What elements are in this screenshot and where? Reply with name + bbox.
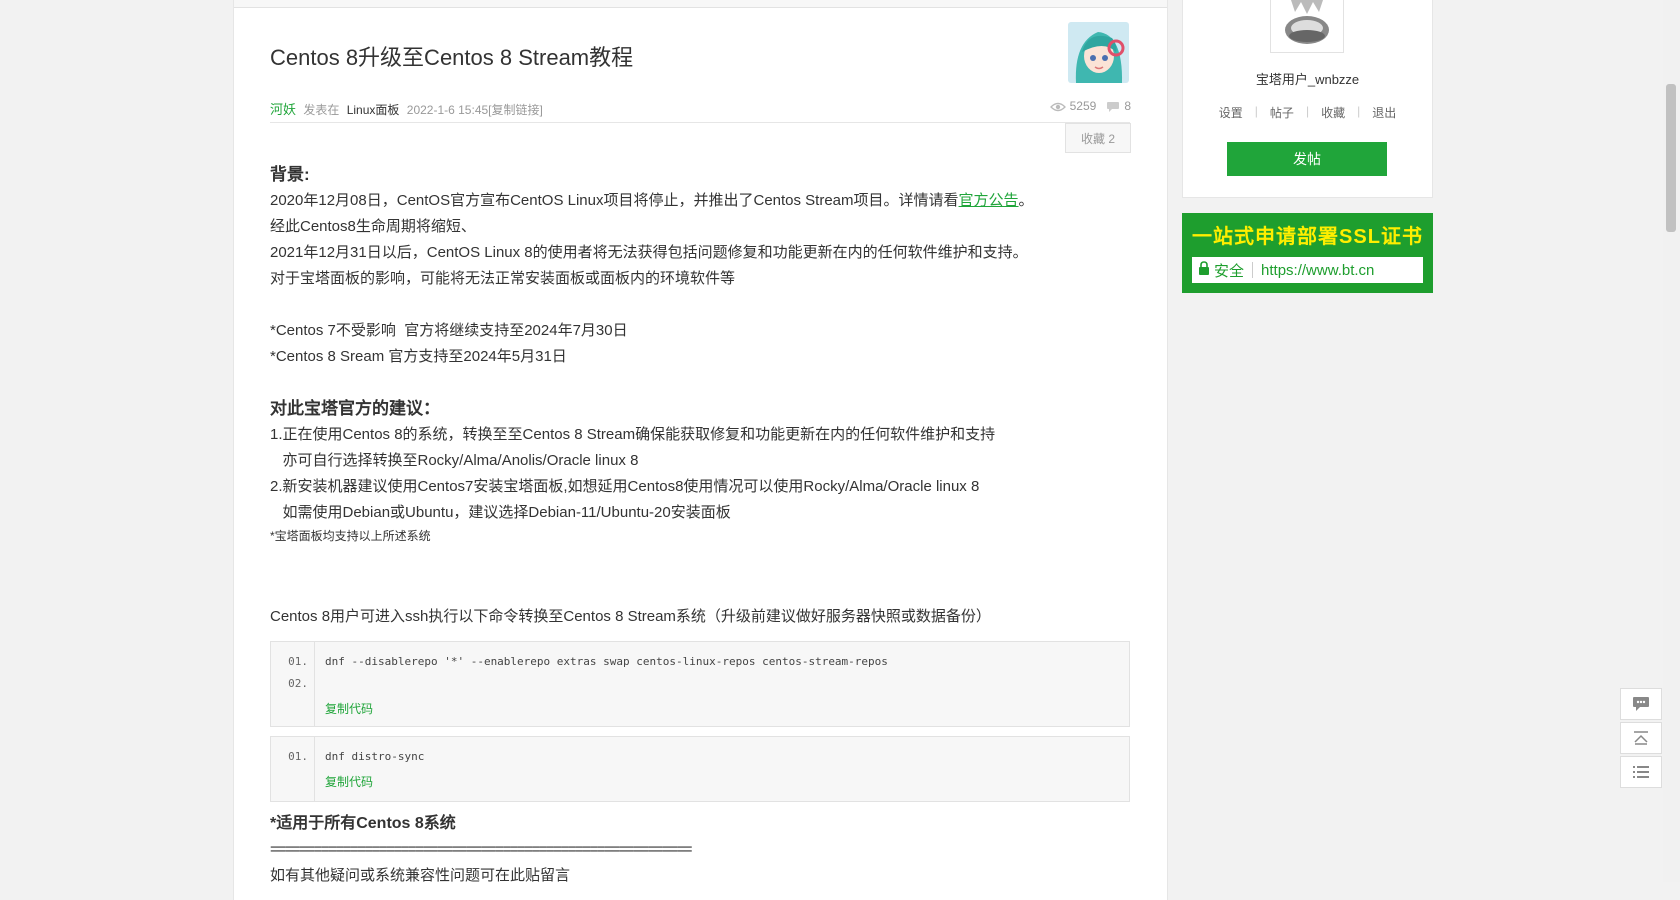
- new-post-button[interactable]: 发帖: [1227, 142, 1387, 176]
- ssl-ad-title: 一站式申请部署SSL证书: [1192, 226, 1423, 248]
- question-line: 如有其他疑问或系统兼容性问题可在此贴留言: [270, 867, 571, 884]
- line-numbers: 01. 02.: [271, 642, 315, 726]
- code-line: dnf distro-sync: [325, 750, 425, 763]
- logout-link[interactable]: 退出: [1360, 104, 1408, 121]
- bg-line-1: 2020年12月08日，CentOS官方宣布CentOS Linux项目将停止，…: [270, 188, 1130, 214]
- top-strip: [234, 0, 1167, 8]
- code-text[interactable]: dnf distro-sync: [325, 737, 424, 768]
- title-divider: [270, 122, 1130, 123]
- line-number: 01.: [288, 655, 308, 668]
- lock-icon: [1198, 260, 1210, 280]
- line-number: 02.: [288, 677, 308, 690]
- user-links: 设置 | 帖子 | 收藏 | 退出: [1183, 104, 1432, 121]
- eye-icon: [1049, 99, 1066, 113]
- code-block-2: 01. dnf distro-sync 复制代码: [270, 736, 1130, 802]
- official-announcement-link[interactable]: 官方公告: [959, 192, 1019, 209]
- advice-heading: 对此宝塔官方的建议：: [270, 399, 440, 418]
- post-content: 背景: 2020年12月08日，CentOS官方宣布CentOS Linux项目…: [270, 162, 1130, 546]
- applies-note: *适用于所有Centos 8系统: [270, 815, 456, 832]
- username[interactable]: 宝塔用户_wnbzze: [1183, 69, 1432, 88]
- floating-toolbar: [1620, 688, 1662, 790]
- code-block-1: 01. 02. dnf --disablerepo '*' --enablere…: [270, 641, 1130, 727]
- my-posts-link[interactable]: 帖子: [1258, 104, 1306, 121]
- ssl-secure-label: 安全: [1214, 262, 1245, 280]
- note-2: *Centos 8 Sream 官方支持至2024年5月31日: [270, 348, 567, 365]
- separator-line: ========================================…: [270, 841, 693, 858]
- ssl-ad-address-bar: 安全 https://www.bt.cn: [1192, 257, 1423, 283]
- posted-in-label: 发表在: [303, 103, 340, 117]
- bg-line-3: 2021年12月31日以后，CentOS Linux 8的使用者将无法获得包括问…: [270, 244, 1028, 261]
- advice-1: 1.正在使用Centos 8的系统，转换至至Centos 8 Stream确保能…: [270, 426, 996, 443]
- user-avatar[interactable]: [1270, 0, 1344, 53]
- post-date: 2022-1-6 15:45: [406, 103, 489, 117]
- post-title: Centos 8升级至Centos 8 Stream教程: [270, 45, 634, 70]
- post-meta: 河妖 发表在 Linux面板 2022-1-6 15:45[复制链接]: [270, 99, 543, 118]
- post-stats: 5259 8: [1049, 99, 1131, 113]
- support-note: *宝塔面板均支持以上所述系统: [270, 529, 431, 543]
- advice-1b: 亦可自行选择转换至Rocky/Alma/Anolis/Oracle linux …: [270, 452, 639, 469]
- scrollbar-thumb[interactable]: [1666, 84, 1676, 232]
- bg-line-1-text: 2020年12月08日，CentOS官方宣布CentOS Linux项目将停止，…: [270, 192, 959, 209]
- settings-link[interactable]: 设置: [1207, 104, 1255, 121]
- convert-intro: Centos 8用户可进入ssh执行以下命令转换至Centos 8 Stream…: [270, 608, 991, 625]
- ssl-ad-url: https://www.bt.cn: [1261, 261, 1375, 279]
- forum-link[interactable]: Linux面板: [347, 103, 400, 117]
- copy-code-button[interactable]: 复制代码: [325, 700, 373, 717]
- favorites-link[interactable]: 收藏: [1309, 104, 1357, 121]
- bg-line-1-end: 。: [1018, 192, 1034, 209]
- advice-2b: 如需使用Debian或Ubuntu，建议选择Debian-11/Ubuntu-2…: [270, 504, 731, 521]
- note-1: *Centos 7不受影响 官方将继续支持至2024年7月30日: [270, 322, 628, 339]
- code-line: dnf --disablerepo '*' --enablerepo extra…: [325, 655, 888, 668]
- line-numbers: 01.: [271, 737, 315, 801]
- background-heading: 背景:: [270, 165, 310, 184]
- comment-icon[interactable]: [1620, 688, 1662, 720]
- view-count: 5259: [1069, 99, 1097, 113]
- copy-link[interactable]: [复制链接]: [488, 103, 543, 117]
- author-link[interactable]: 河妖: [270, 102, 296, 117]
- copy-code-button[interactable]: 复制代码: [325, 773, 373, 790]
- comment-icon: [1106, 99, 1120, 113]
- post-main: Centos 8升级至Centos 8 Stream教程 河妖 发表在 Linu…: [233, 0, 1168, 900]
- ssl-ad-banner[interactable]: 一站式申请部署SSL证书 安全 https://www.bt.cn: [1182, 213, 1433, 293]
- user-card: 宝塔用户_wnbzze 设置 | 帖子 | 收藏 | 退出 发帖: [1182, 0, 1433, 198]
- bg-line-2: 经此Centos8生命周期将缩短、: [270, 218, 476, 235]
- list-icon[interactable]: [1620, 756, 1662, 788]
- ssl-secure: 安全: [1198, 260, 1244, 281]
- favorite-button[interactable]: 收藏 2: [1065, 123, 1131, 153]
- reply-count: 8: [1124, 99, 1131, 113]
- line-number: 01.: [288, 750, 308, 763]
- author-avatar[interactable]: [1068, 22, 1129, 83]
- bg-line-4: 对于宝塔面板的影响，可能将无法正常安装面板或面板内的环境软件等: [270, 270, 736, 287]
- back-to-top-icon[interactable]: [1620, 722, 1662, 754]
- advice-2: 2.新安装机器建议使用Centos7安装宝塔面板,如想延用Centos8使用情况…: [270, 478, 980, 495]
- code-text[interactable]: dnf --disablerepo '*' --enablerepo extra…: [325, 642, 888, 695]
